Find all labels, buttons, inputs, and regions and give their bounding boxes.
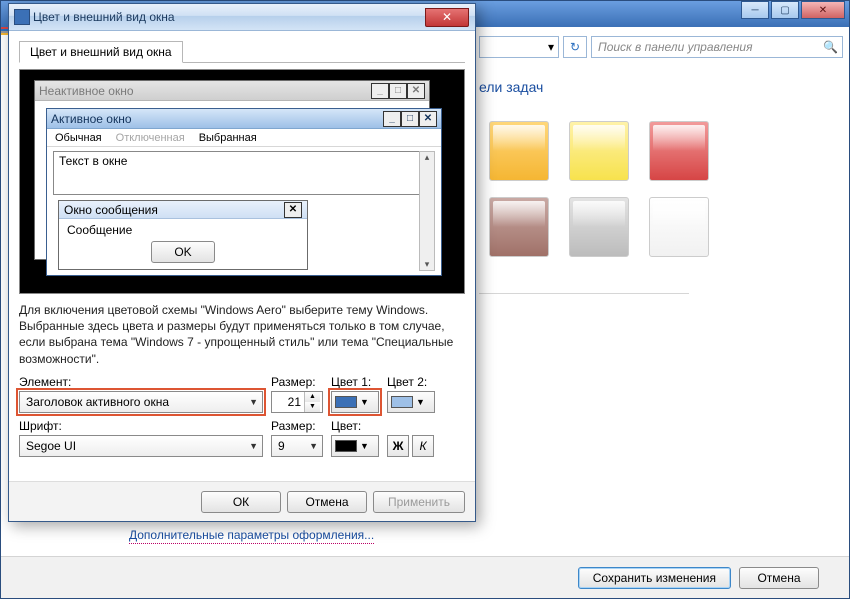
font-combobox[interactable]: Segoe UI ▼ (19, 435, 263, 457)
menu-normal: Обычная (55, 132, 102, 144)
color2-picker[interactable]: ▼ (387, 391, 435, 413)
font-size-combobox[interactable]: 9 ▼ (271, 435, 323, 457)
color2-label: Цвет 2: (387, 375, 435, 389)
taskbar-heading-fragment: ели задач (479, 79, 543, 95)
color1-picker[interactable]: ▼ (331, 391, 379, 413)
close-icon: ✕ (284, 202, 302, 218)
element-combobox[interactable]: Заголовок активного окна ▼ (19, 391, 263, 413)
advanced-settings-link[interactable]: Дополнительные параметры оформления... (129, 528, 374, 544)
swatch-white[interactable] (649, 197, 709, 257)
swatch-red[interactable] (649, 121, 709, 181)
preview-scrollbar (419, 151, 435, 271)
size-input[interactable] (272, 395, 304, 409)
chevron-down-icon: ▼ (416, 397, 425, 407)
chevron-down-icon: ▼ (360, 397, 369, 407)
search-placeholder: Поиск в панели управления (598, 40, 753, 54)
dialog-title: Цвет и внешний вид окна (33, 10, 425, 24)
italic-toggle[interactable]: К (412, 435, 434, 457)
preview-active-titlebar: Активное окно _ □ ✕ (47, 109, 441, 129)
divider (479, 293, 689, 294)
preview-panel: Неактивное окно _ □ ✕ Активное окно _ □ … (19, 69, 465, 294)
ok-button[interactable]: ОК (201, 491, 281, 513)
preview-textarea: Текст в окне (53, 151, 435, 195)
swatch-yellow[interactable] (569, 121, 629, 181)
parent-toolbar: ▾ ↻ Поиск в панели управления 🔍 (479, 34, 843, 60)
dialog-close-button[interactable]: ✕ (425, 8, 469, 27)
parent-close-button[interactable]: ✕ (801, 1, 845, 19)
size-label: Размер: (271, 375, 323, 389)
chevron-down-icon: ▼ (360, 441, 369, 451)
dialog-icon (14, 9, 30, 25)
description-text: Для включения цветовой схемы "Windows Ae… (19, 302, 465, 367)
font-color-swatch (335, 440, 357, 452)
element-combobox-value: Заголовок активного окна (26, 395, 169, 409)
search-input[interactable]: Поиск в панели управления 🔍 (591, 36, 843, 58)
preview-message-title-text: Окно сообщения (64, 203, 158, 217)
font-label: Шрифт: (19, 419, 263, 433)
color1-swatch (335, 396, 357, 408)
preview-menu: Обычная Отключенная Выбранная (47, 129, 441, 147)
dialog-body: Цвет и внешний вид окна Неактивное окно … (9, 31, 475, 481)
spin-up-icon[interactable]: ▲ (305, 392, 320, 402)
minimize-icon: _ (383, 111, 401, 127)
font-color-label: Цвет: (331, 419, 379, 433)
element-label: Элемент: (19, 375, 263, 389)
parent-maximize-button[interactable]: ▢ (771, 1, 799, 19)
apply-button[interactable]: Применить (373, 491, 465, 513)
maximize-icon: □ (389, 83, 407, 99)
chevron-down-icon: ▼ (249, 441, 258, 451)
font-combobox-value: Segoe UI (26, 439, 76, 453)
refresh-button[interactable]: ↻ (563, 36, 587, 58)
color-appearance-dialog: Цвет и внешний вид окна ✕ Цвет и внешний… (8, 3, 476, 522)
tab-color-appearance[interactable]: Цвет и внешний вид окна (19, 41, 183, 63)
color-swatches (489, 121, 709, 257)
spin-down-icon[interactable]: ▼ (305, 402, 320, 412)
maximize-icon: □ (401, 111, 419, 127)
font-size-label: Размер: (271, 419, 323, 433)
swatch-brown[interactable] (489, 197, 549, 257)
font-color-picker[interactable]: ▼ (331, 435, 379, 457)
preview-inactive-titlebar: Неактивное окно _ □ ✕ (35, 81, 429, 101)
font-size-value: 9 (278, 439, 285, 453)
preview-inactive-title-text: Неактивное окно (39, 84, 134, 98)
menu-disabled: Отключенная (116, 132, 185, 144)
color1-label: Цвет 1: (331, 375, 379, 389)
tabstrip: Цвет и внешний вид окна (19, 41, 465, 63)
close-icon: ✕ (407, 83, 425, 99)
preview-message-ok-button: OK (151, 241, 215, 263)
preview-message-titlebar: Окно сообщения ✕ (59, 201, 307, 219)
size-spinner[interactable]: ▲▼ (271, 391, 323, 413)
address-dropdown[interactable]: ▾ (479, 36, 559, 58)
parent-minimize-button[interactable]: ─ (741, 1, 769, 19)
chevron-down-icon: ▼ (249, 397, 258, 407)
save-changes-button[interactable]: Сохранить изменения (578, 567, 731, 589)
close-icon: ✕ (419, 111, 437, 127)
minimize-icon: _ (371, 83, 389, 99)
parent-footer: Сохранить изменения Отмена (1, 556, 849, 598)
chevron-down-icon: ▼ (309, 441, 318, 451)
cancel-button[interactable]: Отмена (287, 491, 367, 513)
preview-message-box: Окно сообщения ✕ Сообщение OK (58, 200, 308, 270)
parent-cancel-button[interactable]: Отмена (739, 567, 819, 589)
color2-swatch (391, 396, 413, 408)
menu-selected: Выбранная (199, 132, 257, 144)
dialog-footer: ОК Отмена Применить (9, 481, 475, 521)
dialog-titlebar[interactable]: Цвет и внешний вид окна ✕ (9, 4, 475, 31)
swatch-grey[interactable] (569, 197, 629, 257)
search-icon[interactable]: 🔍 (823, 40, 838, 54)
bold-toggle[interactable]: Ж (387, 435, 409, 457)
preview-message-body: Сообщение (59, 219, 307, 239)
preview-active-title-text: Активное окно (51, 112, 132, 126)
swatch-orange[interactable] (489, 121, 549, 181)
controls: Элемент: Заголовок активного окна ▼ Разм… (19, 375, 465, 457)
